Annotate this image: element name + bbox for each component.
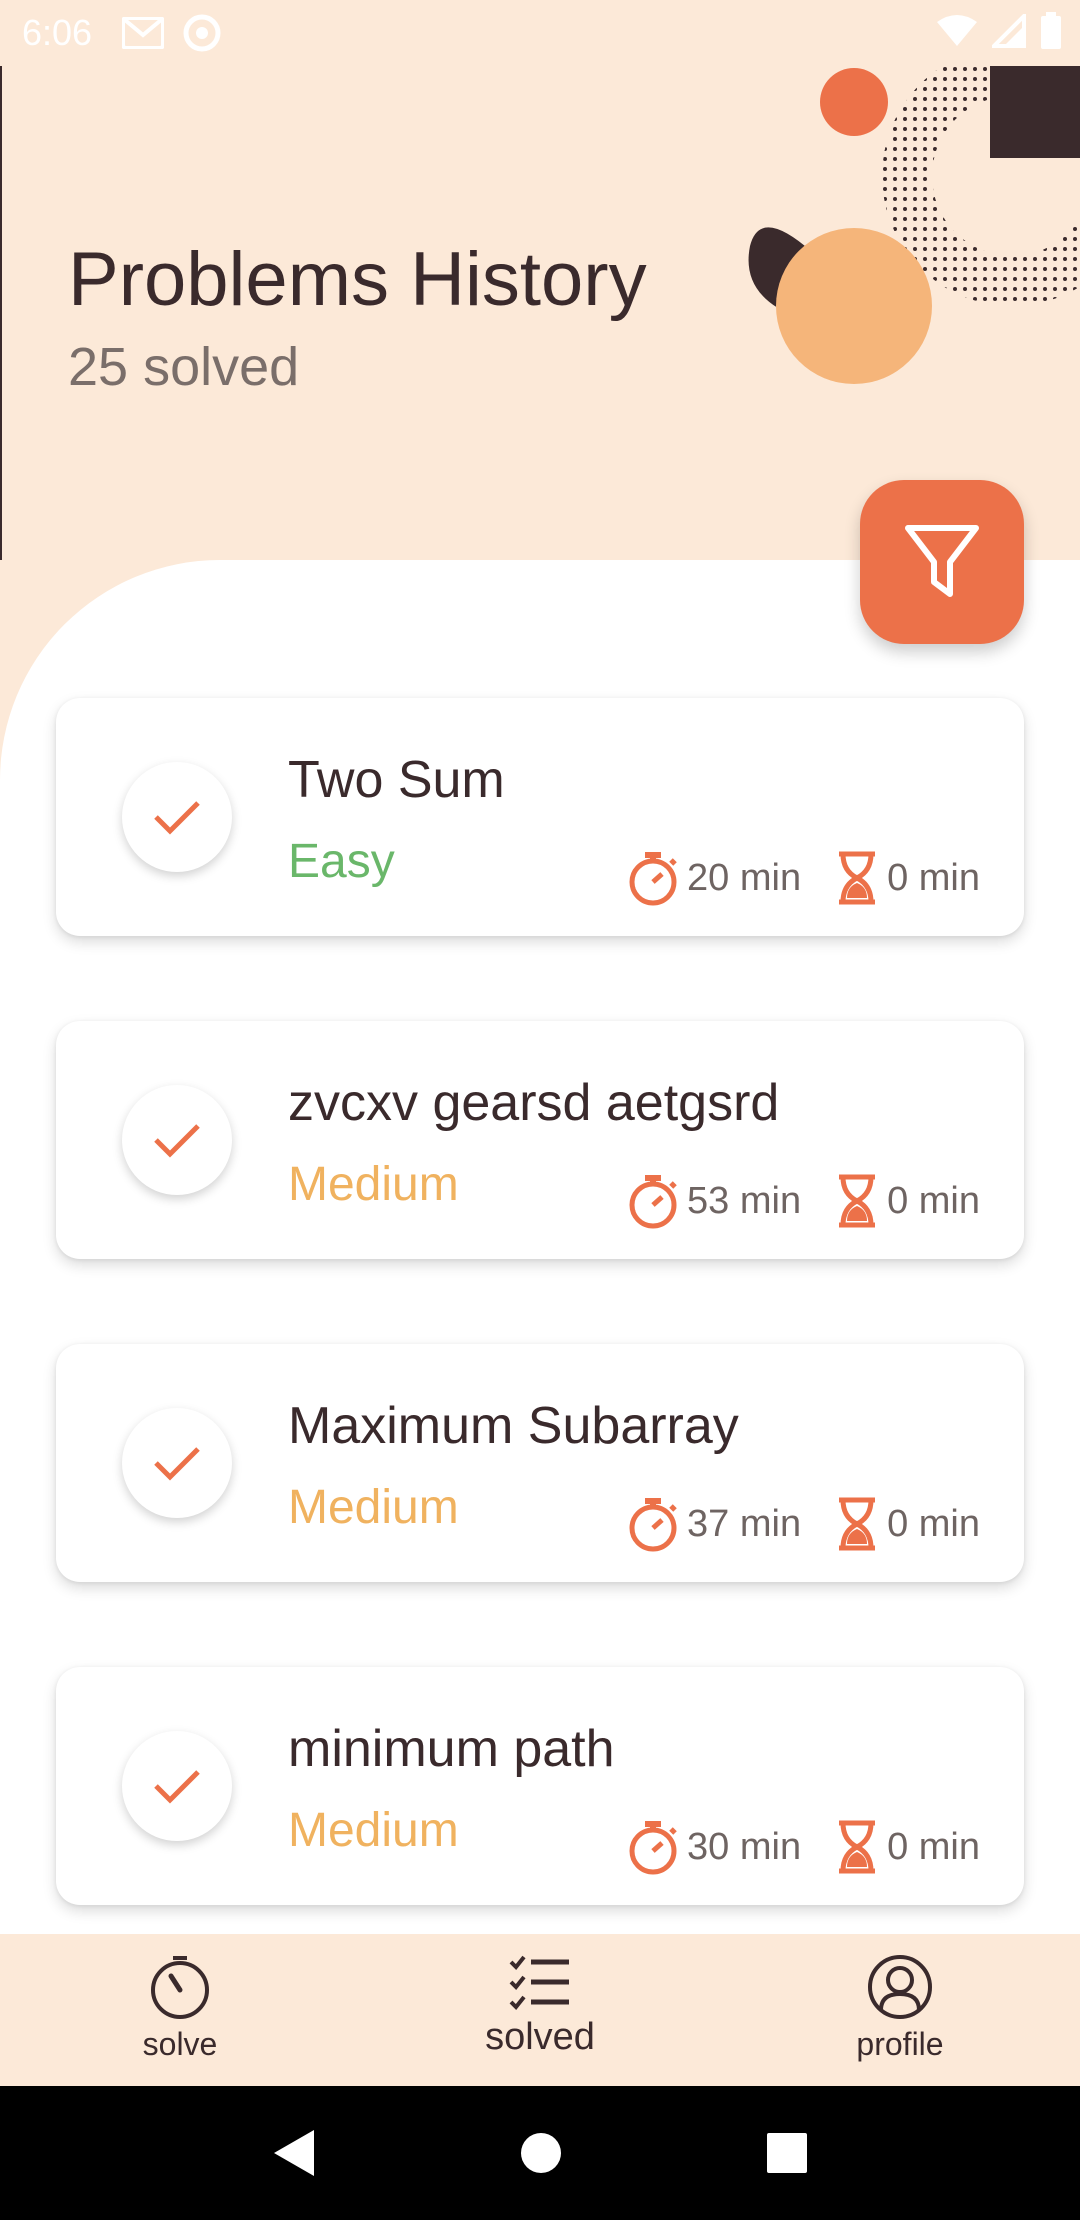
hourglass-icon: [839, 1174, 876, 1228]
problem-meta: 20 min 0 min: [593, 850, 980, 906]
problem-title: Two Sum: [288, 751, 505, 809]
checklist-icon: [509, 1955, 569, 2010]
page-title: Problems History: [68, 237, 647, 322]
battery-icon: [1040, 12, 1062, 55]
sync-icon: [182, 13, 222, 53]
problem-difficulty: Medium: [288, 1804, 459, 1857]
problem-title: zvcxv gearsd aetgsrd: [288, 1074, 780, 1132]
nav-item-profile[interactable]: profile: [720, 1934, 1080, 2086]
stopwatch-icon: [629, 1821, 677, 1875]
nav-label: solved: [485, 2016, 595, 2058]
hint-time: 0 min: [887, 856, 980, 899]
hint-time: 0 min: [887, 1179, 980, 1222]
problem-meta: 30 min 0 min: [593, 1819, 980, 1875]
problem-card[interactable]: Two Sum Easy 20 min 0 min: [56, 698, 1024, 936]
status-time: 6:06: [22, 12, 93, 53]
back-icon[interactable]: [272, 2128, 316, 2178]
stopwatch-icon: [629, 1175, 677, 1229]
problem-difficulty: Easy: [288, 835, 395, 888]
system-nav-bar: [0, 2086, 1080, 2220]
hint-time: 0 min: [887, 1502, 980, 1545]
nav-item-solved[interactable]: solved: [360, 1934, 720, 2086]
problem-title: Maximum Subarray: [288, 1397, 739, 1455]
check-badge: [122, 1731, 232, 1841]
signal-icon: [989, 11, 1026, 53]
hint-time: 0 min: [887, 1825, 980, 1868]
stopwatch-icon: [151, 1956, 209, 2019]
check-badge: [122, 762, 232, 872]
hourglass-icon: [839, 851, 876, 905]
stopwatch-icon: [629, 852, 677, 906]
check-icon: [154, 801, 200, 835]
solve-time: 37 min: [687, 1502, 802, 1545]
hourglass-icon: [839, 1820, 876, 1874]
home-icon[interactable]: [519, 2131, 563, 2175]
problem-card[interactable]: Maximum Subarray Medium 37 min 0 min: [56, 1344, 1024, 1582]
check-icon: [154, 1124, 200, 1158]
problem-difficulty: Medium: [288, 1481, 459, 1534]
problem-card[interactable]: minimum path Medium 30 min 0 min: [56, 1667, 1024, 1905]
check-icon: [154, 1770, 200, 1804]
filter-button[interactable]: [860, 480, 1024, 644]
status-bar: 6:06: [0, 0, 1080, 66]
nav-label: profile: [856, 2026, 944, 2062]
check-badge: [122, 1085, 232, 1195]
solve-time: 53 min: [687, 1179, 802, 1222]
check-icon: [154, 1447, 200, 1481]
problem-meta: 37 min 0 min: [593, 1496, 980, 1552]
hourglass-icon: [839, 1497, 876, 1551]
nav-item-solve[interactable]: solve: [0, 1934, 360, 2086]
nav-label: solve: [142, 2026, 218, 2062]
check-badge: [122, 1408, 232, 1518]
solve-time: 20 min: [687, 856, 802, 899]
bottom-nav: solve solved profile: [0, 1934, 1080, 2086]
stopwatch-icon: [629, 1498, 677, 1552]
problem-title: minimum path: [288, 1720, 615, 1778]
gmail-icon: [122, 17, 165, 49]
recents-icon[interactable]: [766, 2132, 808, 2174]
solve-time: 30 min: [687, 1825, 802, 1868]
filter-icon: [905, 525, 979, 597]
wifi-icon: [936, 14, 978, 53]
problem-difficulty: Medium: [288, 1158, 459, 1211]
profile-icon: [868, 1955, 932, 2019]
decorative-shapes-icon: [748, 66, 1080, 384]
solved-count: 25 solved: [68, 337, 300, 397]
problem-card[interactable]: zvcxv gearsd aetgsrd Medium 53 min 0 min: [56, 1021, 1024, 1259]
problem-meta: 53 min 0 min: [593, 1173, 980, 1229]
